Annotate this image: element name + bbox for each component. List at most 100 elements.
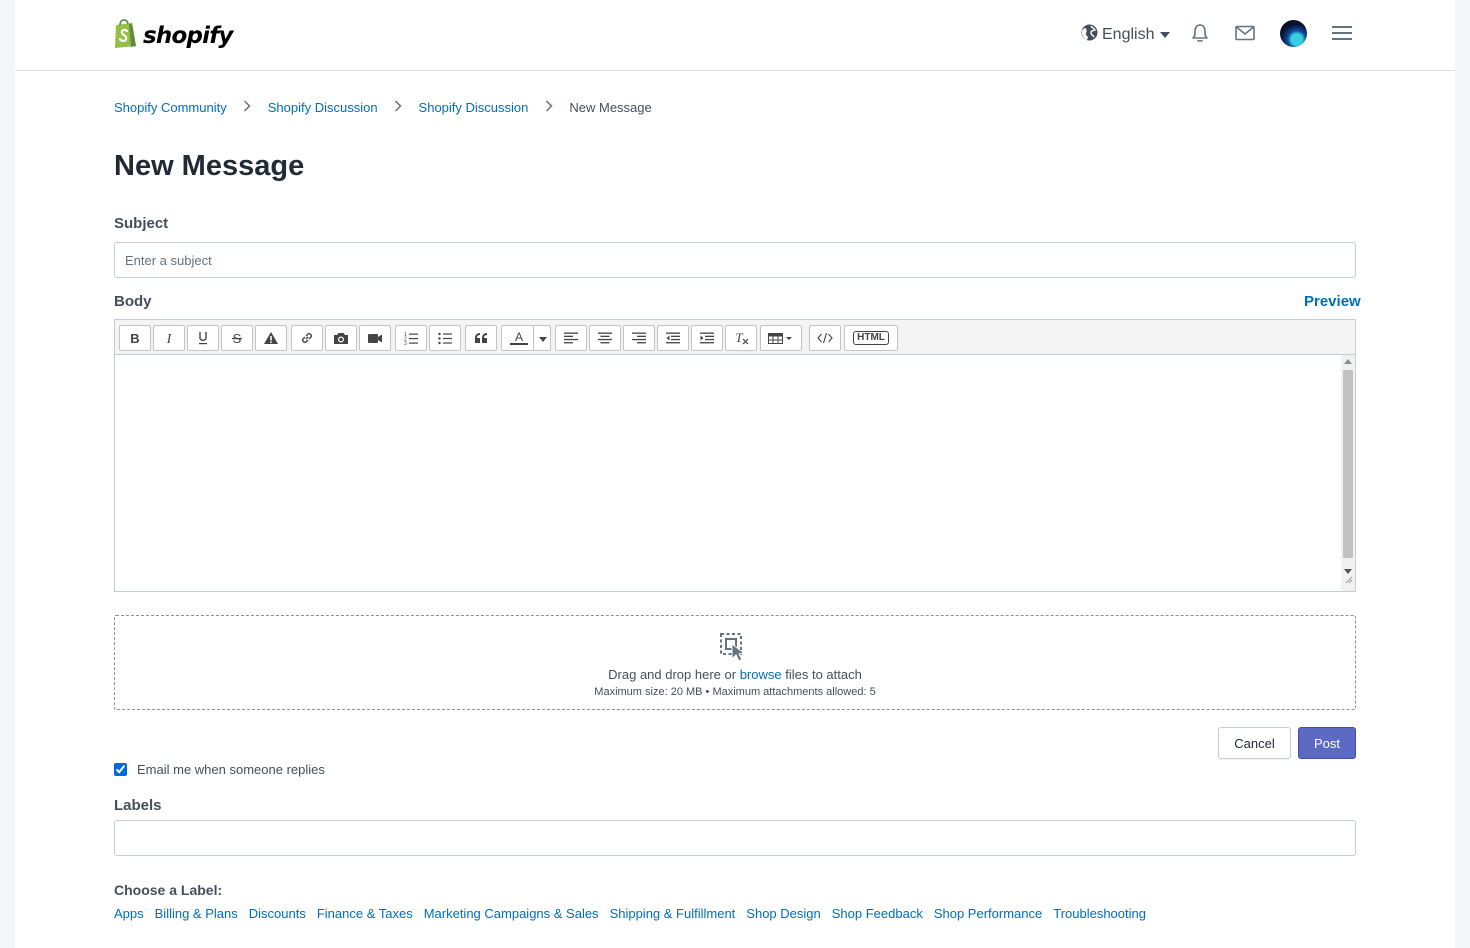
editor-scrollbar[interactable] xyxy=(1341,355,1355,591)
html-mode-button[interactable]: HTML xyxy=(844,325,898,351)
mail-icon[interactable] xyxy=(1235,25,1255,46)
underline-icon xyxy=(197,331,209,345)
align-center-button[interactable] xyxy=(589,325,621,351)
breadcrumb-link-discussion-board[interactable]: Shopify Discussion xyxy=(419,100,529,115)
bulleted-list-icon xyxy=(438,331,452,345)
camera-icon xyxy=(333,331,349,345)
align-right-button[interactable] xyxy=(623,325,655,351)
link-icon xyxy=(300,331,314,345)
email-notification-label: Email me when someone replies xyxy=(137,762,325,777)
post-button[interactable]: Post xyxy=(1298,727,1356,759)
clear-formatting-icon: T xyxy=(733,331,749,345)
language-label: English xyxy=(1102,26,1155,43)
video-camera-icon xyxy=(367,331,383,345)
align-left-icon xyxy=(564,332,578,344)
breadcrumb-link-discussion[interactable]: Shopify Discussion xyxy=(268,100,378,115)
align-center-icon xyxy=(598,332,612,344)
scroll-up-arrow-icon[interactable] xyxy=(1344,359,1352,364)
preview-link[interactable]: Preview xyxy=(1304,293,1361,310)
indent-button[interactable] xyxy=(691,325,723,351)
editor-toolbar: B I S 123 xyxy=(115,320,1355,355)
globe-icon xyxy=(1081,24,1098,46)
numbered-list-button[interactable]: 123 xyxy=(395,325,427,351)
spoiler-button[interactable] xyxy=(255,325,287,351)
warning-icon xyxy=(263,331,279,345)
dropzone-text: Drag and drop here or browse files to at… xyxy=(115,667,1355,682)
body-label: Body xyxy=(114,293,152,310)
top-navigation: shopify English xyxy=(15,0,1455,71)
bell-icon[interactable] xyxy=(1191,23,1209,48)
attachment-dropzone[interactable]: Drag and drop here or browse files to at… xyxy=(114,615,1356,710)
shopify-logo[interactable]: shopify xyxy=(113,17,233,54)
label-option-billing-plans[interactable]: Billing & Plans xyxy=(155,906,238,921)
hamburger-menu-icon[interactable] xyxy=(1332,25,1352,46)
avatar[interactable] xyxy=(1280,20,1307,47)
email-notification-checkbox[interactable] xyxy=(114,763,127,776)
labels-input[interactable] xyxy=(114,820,1356,856)
chevron-right-icon xyxy=(528,100,569,115)
font-color-button[interactable]: A xyxy=(501,325,551,351)
label-option-troubleshooting[interactable]: Troubleshooting xyxy=(1053,906,1146,921)
font-color-icon: A xyxy=(510,330,528,346)
strikethrough-icon: S xyxy=(231,331,243,345)
svg-text:A: A xyxy=(515,330,523,344)
labels-label: Labels xyxy=(114,797,162,814)
page-title: New Message xyxy=(114,150,305,182)
choose-label-heading: Choose a Label: xyxy=(114,882,223,898)
outdent-icon xyxy=(666,332,680,344)
browse-files-link[interactable]: browse xyxy=(740,667,782,682)
insert-table-button[interactable] xyxy=(760,325,802,351)
html-button-label: HTML xyxy=(853,331,889,345)
outdent-button[interactable] xyxy=(657,325,689,351)
bold-button[interactable]: B xyxy=(119,325,151,351)
insert-video-button[interactable] xyxy=(359,325,391,351)
cancel-button[interactable]: Cancel xyxy=(1218,727,1291,759)
label-option-shop-performance[interactable]: Shop Performance xyxy=(934,906,1042,921)
code-icon xyxy=(817,332,833,344)
numbered-list-icon: 123 xyxy=(404,331,418,345)
align-right-icon xyxy=(632,332,646,344)
chevron-down-icon xyxy=(1160,32,1171,38)
language-selector[interactable]: English xyxy=(1081,24,1171,46)
scrollbar-thumb[interactable] xyxy=(1343,370,1353,558)
italic-icon: I xyxy=(163,331,175,345)
source-code-button[interactable] xyxy=(809,325,841,351)
label-option-shop-design[interactable]: Shop Design xyxy=(746,906,820,921)
label-option-discounts[interactable]: Discounts xyxy=(249,906,306,921)
italic-button[interactable]: I xyxy=(153,325,185,351)
breadcrumb: Shopify Community Shopify Discussion Sho… xyxy=(114,100,652,115)
email-notification-option: Email me when someone replies xyxy=(114,762,325,777)
drag-drop-icon xyxy=(719,632,749,667)
blockquote-button[interactable] xyxy=(465,325,497,351)
chevron-down-icon xyxy=(539,337,547,342)
svg-text:B: B xyxy=(130,331,139,345)
label-option-apps[interactable]: Apps xyxy=(114,906,144,921)
insert-link-button[interactable] xyxy=(291,325,323,351)
align-left-button[interactable] xyxy=(555,325,587,351)
breadcrumb-link-community[interactable]: Shopify Community xyxy=(114,100,227,115)
indent-icon xyxy=(700,332,714,344)
label-options: Apps Billing & Plans Discounts Finance &… xyxy=(114,906,1157,921)
label-option-shipping-fulfillment[interactable]: Shipping & Fulfillment xyxy=(610,906,736,921)
label-option-shop-feedback[interactable]: Shop Feedback xyxy=(832,906,923,921)
breadcrumb-current: New Message xyxy=(569,100,652,115)
clear-formatting-button[interactable]: T xyxy=(725,325,757,351)
resize-handle-icon[interactable] xyxy=(1344,571,1353,589)
subject-label: Subject xyxy=(114,215,169,232)
underline-button[interactable] xyxy=(187,325,219,351)
subject-input[interactable] xyxy=(114,242,1356,278)
svg-text:I: I xyxy=(166,332,173,345)
dropzone-limits: Maximum size: 20 MB • Maximum attachment… xyxy=(594,686,876,698)
page: shopify English Shopify Community Shopif… xyxy=(15,0,1455,948)
editor-content-area[interactable] xyxy=(115,355,1341,591)
split-divider xyxy=(533,325,534,351)
dropzone-text-after: files to attach xyxy=(781,667,862,682)
insert-photo-button[interactable] xyxy=(325,325,357,351)
strikethrough-button[interactable]: S xyxy=(221,325,253,351)
chevron-right-icon xyxy=(378,100,419,115)
label-option-finance-taxes[interactable]: Finance & Taxes xyxy=(317,906,413,921)
bulleted-list-button[interactable] xyxy=(429,325,461,351)
label-option-marketing-campaigns-sales[interactable]: Marketing Campaigns & Sales xyxy=(424,906,599,921)
svg-text:3: 3 xyxy=(404,341,407,345)
dropzone-text-before: Drag and drop here or xyxy=(608,667,740,682)
